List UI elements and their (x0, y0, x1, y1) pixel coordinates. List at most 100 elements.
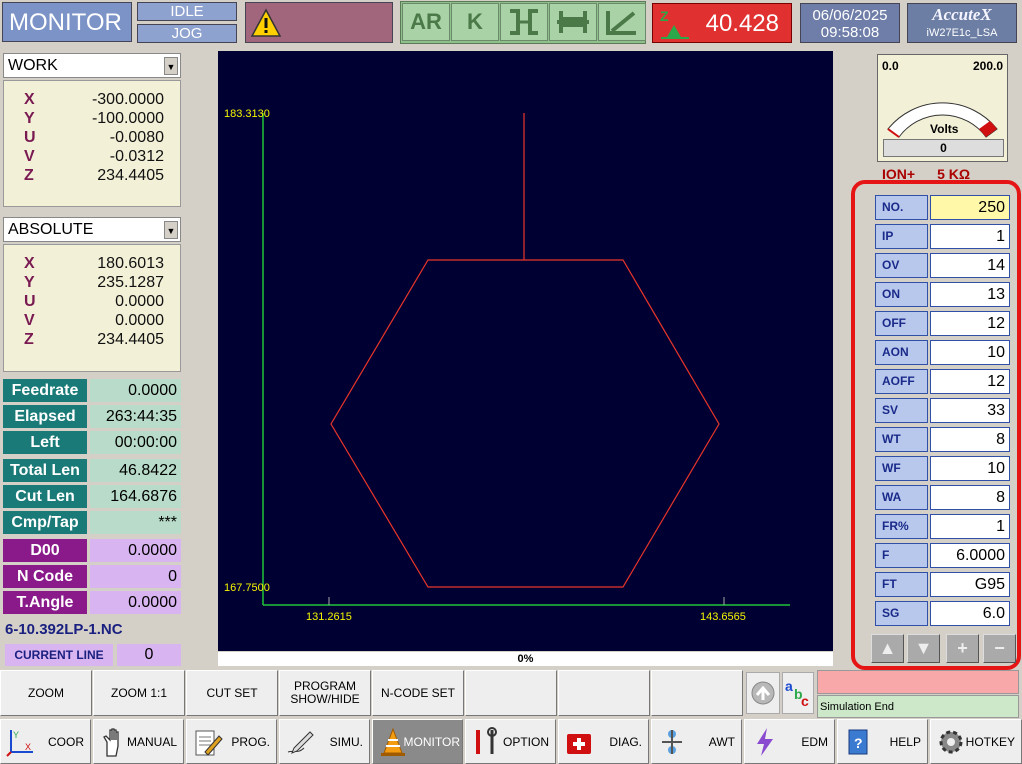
total-len-value: 46.8422 (90, 459, 181, 482)
nav-monitor-label: MONITOR (403, 735, 460, 749)
cut-set-button[interactable]: CUT SET (186, 670, 278, 716)
split-icon (557, 11, 589, 33)
lightning-icon (757, 728, 773, 756)
feedrate-label: Feedrate (3, 379, 87, 402)
abs-v: 0.0000 (115, 312, 164, 329)
abs-z: 234.4405 (97, 331, 164, 348)
nav-prog-label: PROG. (231, 735, 270, 749)
spark-value: 40.428 (705, 10, 779, 37)
z-axis-icon: Z (660, 8, 689, 39)
nav-simu[interactable]: SIMU. (279, 719, 370, 764)
bracket-icon (510, 9, 538, 35)
d-code-label: D00 (3, 539, 87, 562)
nav-help[interactable]: ? HELP (837, 719, 928, 764)
k-button[interactable]: K (451, 3, 499, 41)
abs-y: 235.1287 (97, 274, 164, 291)
zoom-button[interactable]: ZOOM (0, 670, 92, 716)
brand-name: AccuteX (932, 5, 992, 24)
bracket-button[interactable] (500, 3, 548, 41)
nav-awt-label: AWT (708, 735, 735, 749)
empty-fkey-2[interactable] (558, 670, 650, 716)
n-code-value: 0 (90, 565, 181, 588)
abs-coord-panel: X 180.6013 Y 235.1287 U 0.0000 V 0.0000 Z 234… (3, 244, 181, 372)
brand-logo: AccuteX iW27E1c_LSA (907, 3, 1017, 43)
svg-text:X: X (25, 742, 31, 752)
program-show-hide-button[interactable]: PROGRAM SHOW/HIDE (279, 670, 371, 716)
warning-panel[interactable] (245, 2, 393, 43)
left-value: 00:00:00 (90, 431, 181, 454)
nav-prog[interactable]: PROG. (186, 719, 277, 764)
svg-text:c: c (801, 693, 809, 709)
nav-awt[interactable]: AWT (651, 719, 742, 764)
work-coord-panel: X -300.0000 Y -100.0000 U -0.0080 V -0.0312 … (3, 80, 181, 207)
slope-icon (606, 11, 636, 35)
nav-manual-label: MANUAL (126, 735, 177, 749)
state-jog: JOG (137, 24, 237, 43)
scroll-up-button[interactable] (746, 672, 780, 714)
nav-option-label: OPTION (502, 735, 549, 749)
voltage-meter: 0.0 200.0 Volts 0 (877, 54, 1008, 162)
nav-coor[interactable]: Y X COOR (0, 719, 91, 764)
nav-help-label: HELP (889, 735, 921, 749)
abc-icon: a bc (785, 678, 809, 709)
zoom-1-1-button[interactable]: ZOOM 1:1 (93, 670, 185, 716)
cut-len-label: Cut Len (3, 485, 87, 508)
down-arrow-button[interactable]: ▼ (907, 634, 940, 663)
nav-simu-label: SIMU. (329, 735, 363, 749)
svg-text:?: ? (854, 735, 863, 751)
svg-text:a: a (785, 678, 793, 694)
work-v: -0.0312 (109, 148, 164, 165)
mode-title: MONITOR (2, 2, 132, 42)
time: 09:58:08 (820, 24, 880, 41)
y-max-label: 183.3130 (224, 108, 270, 120)
pen-icon (287, 731, 314, 754)
current-line-value: 0 (117, 644, 181, 666)
toolpath-view[interactable]: 183.3130 167.7500 131.2615 143.6565 (218, 51, 833, 651)
work-x: -300.0000 (91, 91, 164, 108)
ar-button[interactable]: AR (402, 3, 450, 41)
chevron-down-icon[interactable]: ▼ (164, 221, 178, 239)
nav-hotkey[interactable]: HOTKEY (930, 719, 1022, 764)
warning-icon (250, 8, 282, 37)
minus-button[interactable]: − (983, 634, 1016, 663)
nav-manual[interactable]: MANUAL (93, 719, 184, 764)
elapsed-label: Elapsed (3, 405, 87, 428)
abs-coord-select[interactable]: ABSOLUTE ▼ (3, 217, 181, 242)
slope-button[interactable] (598, 3, 646, 41)
n-code-set-button[interactable]: N-CODE SET (372, 670, 464, 716)
work-y: -100.0000 (91, 110, 164, 127)
nav-edm[interactable]: EDM (744, 719, 835, 764)
spell-check-button[interactable]: abc (782, 672, 814, 714)
feedrate-value: 0.0000 (90, 379, 181, 402)
status-message: Simulation End (817, 695, 1019, 718)
work-coord-select[interactable]: WORK ▼ (3, 53, 181, 78)
progress-bar: 0% (218, 652, 833, 666)
hexagon-path (330, 259, 720, 588)
x-min-label: 131.2615 (306, 611, 352, 623)
chevron-down-icon[interactable]: ▼ (164, 57, 178, 75)
nav-coor-label: COOR (48, 735, 84, 749)
empty-fkey-1[interactable] (465, 670, 557, 716)
nav-option[interactable]: OPTION (465, 719, 556, 764)
nav-monitor[interactable]: MONITOR (372, 719, 463, 764)
t-angle-label: T.Angle (3, 591, 87, 614)
cut-len-value: 164.6876 (90, 485, 181, 508)
split-button[interactable] (549, 3, 597, 41)
nav-hotkey-label: HOTKEY (965, 735, 1015, 749)
elapsed-value: 263:44:35 (90, 405, 181, 428)
empty-fkey-3[interactable] (651, 670, 743, 716)
abs-select-value: ABSOLUTE (8, 221, 94, 238)
tools-icon (476, 727, 497, 754)
y-min-label: 167.7500 (224, 582, 270, 594)
state-idle: IDLE (137, 2, 237, 21)
up-arrow-button[interactable]: ▲ (871, 634, 904, 663)
plus-button[interactable]: + (946, 634, 979, 663)
medical-kit-icon (567, 734, 591, 754)
spark-gauge: Z 40.428 (652, 3, 792, 43)
d-code-value: 0.0000 (90, 539, 181, 562)
nav-diag[interactable]: DIAG. (558, 719, 649, 764)
meter-unit: Volts (930, 122, 959, 136)
help-book-icon: ? (848, 729, 868, 755)
cmp-tap-value: *** (90, 511, 181, 534)
gear-icon (939, 730, 963, 754)
